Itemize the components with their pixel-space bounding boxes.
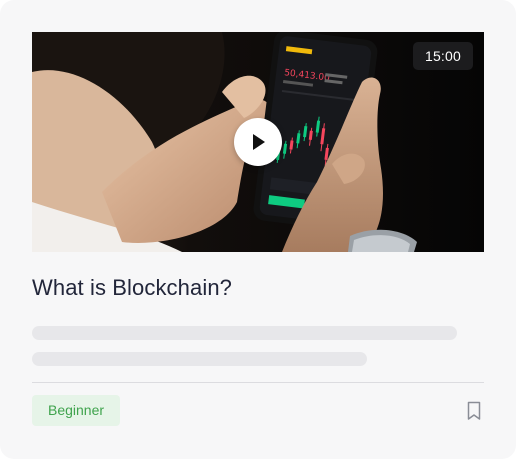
- play-button[interactable]: [234, 118, 282, 166]
- course-title[interactable]: What is Blockchain?: [32, 275, 232, 301]
- divider: [32, 382, 484, 383]
- description-placeholder-line: [32, 352, 367, 366]
- duration-badge: 15:00: [412, 42, 473, 70]
- level-badge: Beginner: [32, 395, 121, 426]
- description-placeholder-line: [32, 326, 457, 340]
- course-card[interactable]: 50,413.00 15:00 What is Blockchain? Begi…: [0, 0, 516, 459]
- video-thumbnail[interactable]: 50,413.00 15:00: [32, 32, 484, 252]
- play-icon: [253, 134, 265, 150]
- bookmark-icon[interactable]: [465, 401, 483, 421]
